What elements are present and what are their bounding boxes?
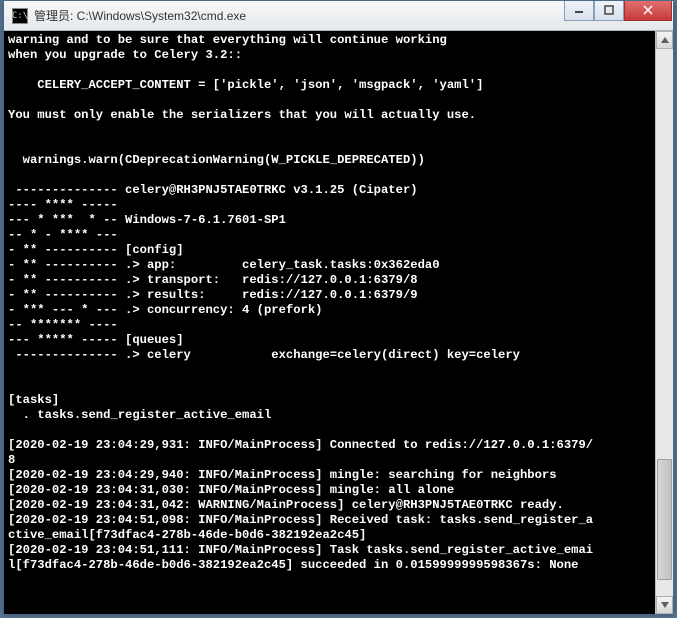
- close-icon: [643, 5, 653, 15]
- maximize-button[interactable]: [594, 1, 624, 21]
- maximize-icon: [604, 5, 614, 15]
- chevron-up-icon: [661, 37, 669, 43]
- window-title: 管理员: C:\Windows\System32\cmd.exe: [34, 7, 564, 24]
- minimize-icon: [574, 5, 584, 15]
- scroll-thumb[interactable]: [657, 459, 672, 579]
- window-controls: [564, 1, 672, 21]
- scroll-track[interactable]: [656, 49, 673, 596]
- chevron-down-icon: [661, 602, 669, 608]
- cmd-icon: C:\: [12, 8, 28, 24]
- scroll-down-button[interactable]: [656, 596, 673, 614]
- terminal-output[interactable]: warning and to be sure that everything w…: [4, 31, 655, 614]
- close-button[interactable]: [624, 1, 672, 21]
- titlebar[interactable]: C:\ 管理员: C:\Windows\System32\cmd.exe: [4, 1, 673, 31]
- scroll-up-button[interactable]: [656, 31, 673, 49]
- vertical-scrollbar[interactable]: [655, 31, 673, 614]
- minimize-button[interactable]: [564, 1, 594, 21]
- command-prompt-window: C:\ 管理员: C:\Windows\System32\cmd.exe war…: [3, 0, 674, 615]
